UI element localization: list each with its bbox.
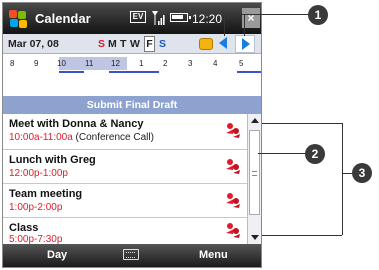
hour-label: 3 — [188, 59, 193, 68]
appointment-title: Team meeting — [9, 188, 83, 200]
appointment-title: Class — [9, 222, 39, 234]
appointment-people-icon — [226, 123, 240, 138]
callout-line — [224, 14, 309, 15]
appointment-time: 1:00p-2:00p — [9, 202, 63, 213]
appointment-title: Lunch with Greg — [9, 154, 96, 166]
appointment-time: 10:00a-11:00a — [9, 132, 73, 143]
all-day-event-banner[interactable]: Submit Final Draft — [3, 96, 261, 114]
callout-line — [262, 235, 342, 236]
scroll-down-arrow-icon[interactable] — [251, 235, 259, 240]
appointment-people-icon — [226, 223, 240, 238]
previous-week-button[interactable] — [219, 37, 227, 49]
callout-badge-2: 2 — [305, 144, 325, 164]
title-bar: Calendar EV 12:20 × — [3, 3, 261, 34]
appointment-time: 12:00p-1:00p — [9, 168, 68, 179]
appointment-item[interactable]: Lunch with Greg 12:00p-1:00p — [3, 150, 247, 184]
day-view-softkey[interactable]: Day — [47, 249, 67, 261]
busy-bar — [109, 71, 159, 73]
appointment-people-icon — [226, 159, 240, 174]
hour-label: 5 — [239, 59, 244, 68]
right-arrow-icon — [242, 38, 250, 50]
current-date: Mar 07, 08 — [8, 38, 59, 50]
signal-strength-icon — [152, 11, 165, 25]
hour-label: 2 — [163, 59, 168, 68]
callout-line — [342, 123, 343, 235]
day-tuesday[interactable]: T — [120, 38, 126, 50]
day-friday-selected[interactable]: F — [144, 36, 155, 52]
appointment-time-row: 10:00a-11:00a (Conference Call) — [9, 132, 154, 143]
today-icon[interactable] — [199, 38, 213, 50]
day-wednesday[interactable]: W — [130, 38, 140, 50]
clock: 12:20 — [192, 12, 223, 26]
app-title: Calendar — [35, 11, 91, 26]
hour-label: 12 — [111, 59, 120, 68]
appointment-title: Meet with Donna & Nancy — [9, 118, 144, 130]
ev-data-icon: EV — [130, 11, 146, 23]
device-screen: Calendar EV 12:20 × Mar 07, 08 S M T W T… — [2, 2, 262, 268]
appointment-item[interactable]: Team meeting 1:00p-2:00p — [3, 184, 247, 218]
day-monday[interactable]: M — [108, 38, 117, 50]
callout-line — [258, 153, 308, 154]
hour-label: 11 — [85, 59, 94, 68]
keyboard-icon[interactable] — [123, 249, 139, 260]
hour-label: 10 — [57, 59, 66, 68]
day-sunday[interactable]: S — [98, 38, 105, 50]
appointment-location: (Conference Call) — [75, 132, 154, 143]
week-navigation: Mar 07, 08 S M T W T F S — [3, 34, 261, 54]
hour-strip: 8 9 10 11 12 1 2 3 4 5 — [3, 54, 261, 74]
hour-label: 9 — [34, 59, 39, 68]
callout-line — [224, 14, 225, 36]
next-week-button[interactable] — [235, 35, 255, 53]
hour-label: 8 — [10, 59, 15, 68]
callout-line — [342, 173, 352, 174]
battery-icon — [170, 13, 191, 22]
hour-label: 1 — [139, 59, 144, 68]
appointment-item[interactable]: Class 5:00p-7:30p — [3, 218, 247, 245]
hour-label: 4 — [213, 59, 218, 68]
scroll-up-arrow-icon[interactable] — [251, 118, 259, 123]
appointment-item[interactable]: Meet with Donna & Nancy 10:00a-11:00a (C… — [3, 114, 247, 150]
appointment-people-icon — [226, 193, 240, 208]
callout-line — [244, 14, 245, 36]
callout-badge-1: 1 — [308, 5, 328, 25]
windows-start-icon[interactable] — [9, 10, 27, 28]
menu-softkey[interactable]: Menu — [199, 249, 228, 261]
vertical-scrollbar[interactable] — [247, 114, 261, 244]
busy-bar — [59, 71, 84, 73]
day-saturday[interactable]: S — [159, 38, 166, 50]
busy-bar — [237, 71, 261, 73]
scroll-thumb[interactable] — [249, 130, 260, 215]
callout-badge-3: 3 — [352, 163, 372, 183]
soft-key-bar: Day Menu — [3, 244, 261, 267]
callout-line — [262, 123, 342, 124]
